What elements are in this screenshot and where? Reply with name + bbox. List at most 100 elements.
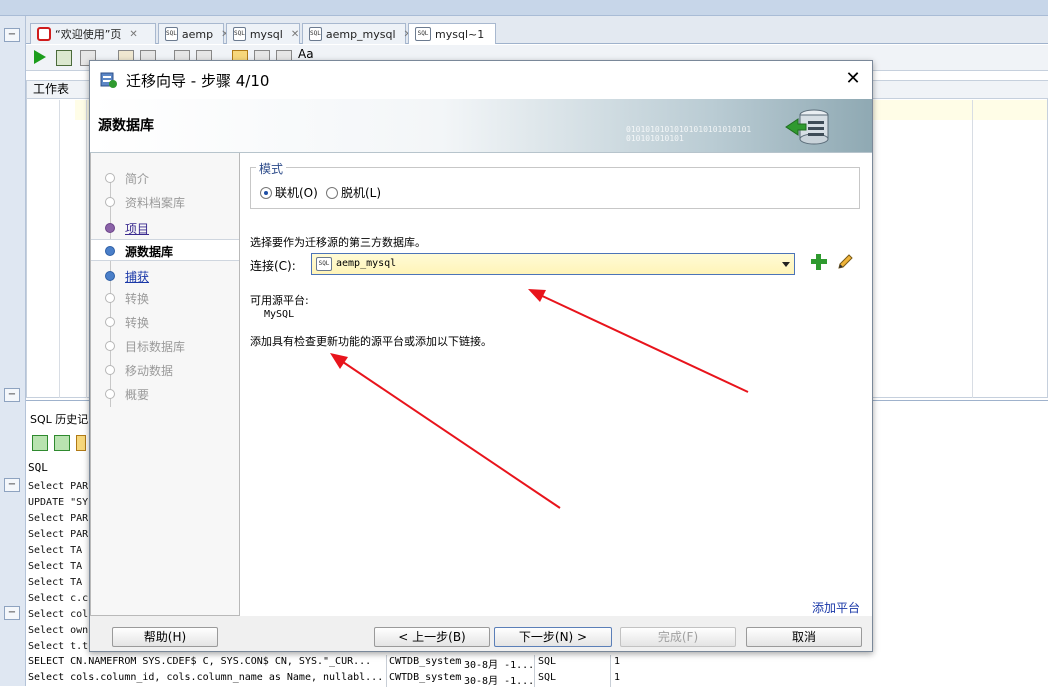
history-type: SQL [538,656,557,667]
history-date: 30-8月 -1... [464,660,535,671]
minimize-icon[interactable]: − [4,606,20,620]
history-line[interactable]: Select TA [28,561,82,572]
tab-label: aemp [181,27,214,41]
tab-label: “欢迎使用”页 [55,28,122,41]
step-item: 简介 [91,167,239,189]
dialog-title-bar: 迁移向导 - 步骤 4/10 ✕ [90,61,872,99]
mode-offline-radio[interactable]: 脱机(L) [326,184,381,201]
step-dot-icon [105,173,115,183]
step-dot-icon [105,197,115,207]
wizard-step-list: 简介 资料档案库 项目 源数据库 捕获 转换 转换 目标数据库 移动数据 概要 [90,153,240,616]
history-line[interactable]: Select c.c [28,593,88,604]
close-icon[interactable]: ✕ [129,29,137,40]
minimize-icon[interactable]: − [4,28,20,42]
history-line[interactable]: Select PAR [28,529,88,540]
history-line[interactable]: Select TA [28,577,82,588]
history-title: SQL 历史记 [30,413,89,426]
tab-aemp[interactable]: SQL aemp ✕ [158,23,229,44]
history-line[interactable]: Select col [28,609,88,620]
finish-button[interactable]: 完成(F) [620,627,736,647]
step-dot-icon [105,341,115,351]
history-line[interactable]: Select own [28,625,88,636]
table-row[interactable]: SELECT CN.NAMEFROM SYS.CDEF$ C, SYS.CON$… [26,655,638,671]
append-icon[interactable] [32,435,48,451]
instruction-text: 选择要作为迁移源的第三方数据库。 [250,236,426,249]
step-item: 移动数据 [91,359,239,381]
history-line[interactable]: Select TA [28,545,82,556]
step-item-project[interactable]: 项目 [91,217,239,239]
worksheet-tab[interactable]: 工作表 [30,80,72,98]
add-platform-link[interactable]: 添加平台 [812,599,860,616]
sql-file-icon: SQL [233,27,246,41]
migration-wizard-icon [100,72,117,88]
sql-file-icon: SQL [415,27,431,41]
step-item-capture[interactable]: 捕获 [91,265,239,287]
step-item-source-database[interactable]: 源数据库 [91,239,239,261]
left-dock-rail: − − − − [0,16,26,686]
tab-welcome[interactable]: “欢迎使用”页 ✕ [30,23,156,44]
help-button[interactable]: 帮助(H) [112,627,218,647]
history-line[interactable]: UPDATE "SY [28,497,88,508]
migration-wizard-dialog: 迁移向导 - 步骤 4/10 ✕ 源数据库 010101010101010101… [89,60,873,652]
connection-label: 连接(C): [250,259,296,273]
close-icon[interactable]: ✕ [291,29,299,40]
replace-icon[interactable] [54,435,70,451]
history-connection: CWTDB_system [389,672,462,683]
chevron-down-icon[interactable] [782,262,790,267]
radio-selected-icon [260,186,272,199]
step-banner: 源数据库 01010101010101010101010101 01010101… [90,99,872,153]
step-item: 转换 [91,287,239,309]
step-title: 源数据库 [98,118,154,134]
add-connection-icon[interactable] [810,253,828,271]
history-connection: CWTDB_system [389,656,462,667]
next-button[interactable]: 下一步(N) > [494,627,612,647]
connection-select[interactable]: SQL aemp_mysql [311,253,795,275]
history-line[interactable]: Select PAR [28,481,88,492]
edit-connection-icon[interactable] [836,253,854,271]
run-icon[interactable] [34,50,50,66]
step-item: 转换 [91,311,239,333]
dialog-title: 迁移向导 - 步骤 4/10 [126,72,270,90]
history-sql: SELECT CN.NAMEFROM SYS.CDEF$ C, SYS.CON$… [28,656,372,667]
history-type: SQL [538,672,557,683]
oracle-icon [37,27,51,41]
document-tab-bar: “欢迎使用”页 ✕ SQL aemp ✕ SQL mysql ✕ SQL aem… [26,16,1048,44]
history-count: 1 [614,656,621,667]
database-migration-icon [785,109,829,145]
right-panel-edge [872,400,1048,432]
step-dot-icon [105,293,115,303]
mode-online-radio[interactable]: 联机(O) [260,184,318,201]
run-script-icon[interactable] [56,50,72,66]
history-line[interactable]: Select PAR [28,513,88,524]
step-dot-icon [105,223,115,233]
minimize-icon[interactable]: − [4,478,20,492]
step-item: 资料档案库 [91,191,239,213]
tab-label: aemp_mysql [325,27,396,41]
history-sql: Select cols.column_id, cols.column_name … [28,672,384,683]
history-line[interactable]: Select t.t [28,641,88,652]
mode-legend: 模式 [256,160,287,177]
tab-label: mysql~1 [435,27,485,41]
tab-mysql[interactable]: SQL mysql ✕ [226,23,300,44]
table-row[interactable]: Select cols.column_id, cols.column_name … [26,671,638,687]
sql-file-icon: SQL [309,27,322,41]
clear-history-icon[interactable] [76,435,86,451]
minimize-icon[interactable]: − [4,388,20,402]
available-platform-label: 可用源平台: [250,294,309,307]
step-item: 概要 [91,383,239,405]
ide-title-strip [0,0,1048,16]
wizard-content: 模式 联机(O) 脱机(L) 选择要作为迁移源的第三方数据库。 连接(C): S… [240,153,872,616]
add-platform-hint: 添加具有检查更新功能的源平台或添加以下链接。 [250,335,492,348]
step-dot-icon [105,389,115,399]
sql-connection-icon: SQL [316,257,332,271]
tab-mysql-1[interactable]: SQL mysql~1 [408,23,496,44]
tab-label: mysql [249,27,283,41]
history-date: 30-8月 -1... [464,676,535,687]
close-icon[interactable]: ✕ [842,67,864,91]
tab-aemp-mysql[interactable]: SQL aemp_mysql ✕ [302,23,412,44]
step-dot-icon [105,365,115,375]
back-button[interactable]: < 上一步(B) [374,627,490,647]
step-dot-icon [105,317,115,327]
cancel-button[interactable]: 取消 [746,627,862,647]
radio-unselected-icon [326,186,338,199]
